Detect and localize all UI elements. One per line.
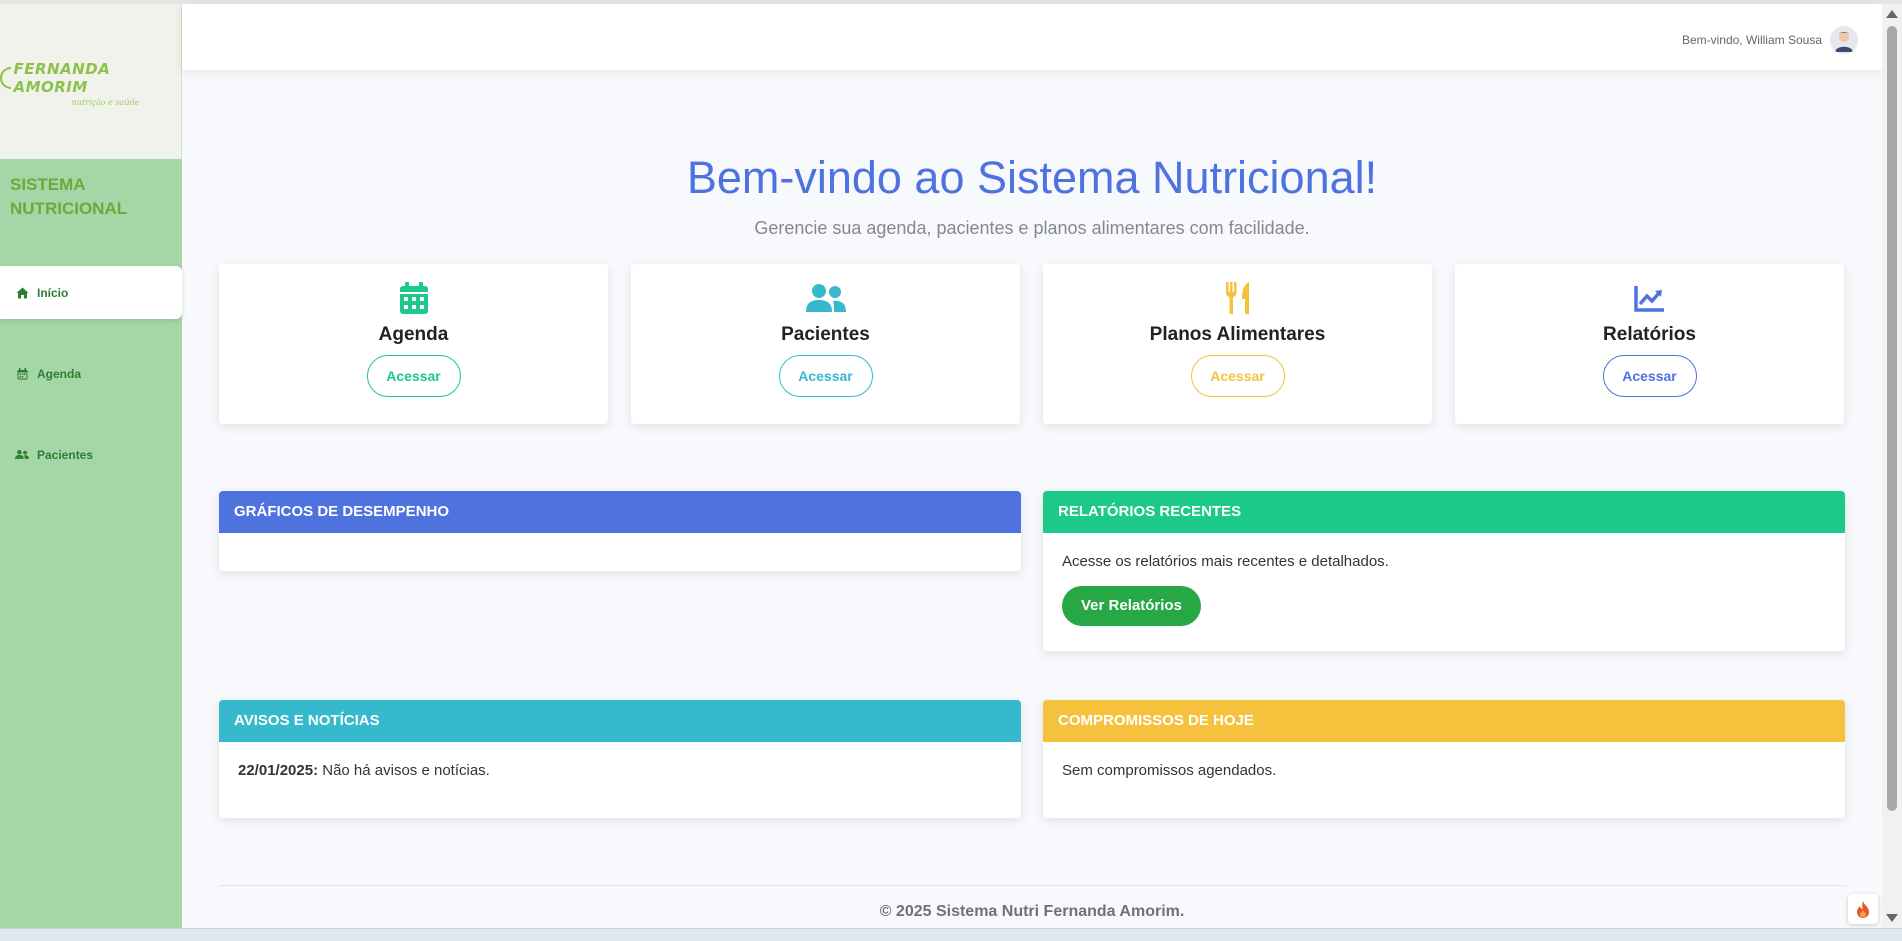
panel-header: RELATÓRIOS RECENTES: [1043, 491, 1845, 533]
user-menu[interactable]: Bem-vindo, William Sousa: [1682, 26, 1858, 54]
planos-access-button[interactable]: Acessar: [1190, 355, 1285, 397]
chart-line-icon: [1455, 282, 1844, 316]
view-reports-button[interactable]: Ver Relatórios: [1062, 586, 1201, 626]
panel-header: COMPROMISSOS DE HOJE: [1043, 700, 1845, 742]
utensils-icon: [1043, 282, 1432, 316]
sidebar: FERNANDA AMORIM nutrição e saúde SISTEMA…: [0, 0, 182, 928]
page-title: Bem-vindo ao Sistema Nutricional!: [686, 152, 1378, 203]
logo-name: FERNANDA AMORIM: [13, 60, 111, 96]
card-pacientes: Pacientes Acessar: [631, 264, 1020, 424]
sidebar-item-label: Início: [37, 285, 69, 300]
card-title: Pacientes: [781, 324, 870, 345]
calendar-icon: [15, 367, 29, 380]
logo-title: FERNANDA AMORIM: [0, 60, 181, 96]
sidebar-item-label: Pacientes: [37, 447, 94, 462]
user-greeting: Bem-vindo, William Sousa: [1681, 33, 1822, 47]
news-text: Não há avisos e notícias.: [322, 762, 490, 779]
topbar: Bem-vindo, William Sousa: [182, 4, 1882, 70]
charts-panel: GRÁFICOS DE DESEMPENHO: [219, 491, 1021, 571]
news-panel: AVISOS E NOTÍCIAS 22/01/2025: Não há avi…: [219, 700, 1021, 818]
appointments-panel: COMPROMISSOS DE HOJE Sem compromissos ag…: [1043, 700, 1845, 818]
panel-text: Acesse os relatórios mais recentes e det…: [1062, 553, 1389, 570]
users-icon: [15, 449, 29, 460]
home-icon: [15, 287, 29, 299]
appointments-text: Sem compromissos agendados.: [1062, 762, 1277, 779]
card-agenda: Agenda Acessar: [219, 264, 608, 424]
scroll-up-icon[interactable]: [1886, 10, 1898, 18]
card-planos-alimentares: Planos Alimentares Acessar: [1043, 264, 1432, 424]
footer: © 2025 Sistema Nutri Fernanda Amorim.: [879, 903, 1185, 920]
news-date: 22/01/2025:: [238, 762, 319, 779]
calendar-icon: [219, 282, 608, 316]
scroll-thumb[interactable]: [1887, 26, 1897, 811]
sidebar-item-pacientes[interactable]: Pacientes: [0, 428, 182, 481]
users-icon: [631, 282, 1020, 316]
pacientes-access-button[interactable]: Acessar: [778, 355, 873, 397]
taskbar: [0, 928, 1902, 941]
page-subtitle: Gerencie sua agenda, pacientes e planos …: [754, 218, 1310, 238]
scroll-down-icon[interactable]: [1886, 914, 1898, 922]
sidebar-item-label: Agenda: [37, 366, 82, 381]
recent-reports-panel: RELATÓRIOS RECENTES Acesse os relatórios…: [1043, 491, 1845, 651]
avatar[interactable]: [1830, 26, 1858, 54]
main-content: Bem-vindo ao Sistema Nutricional! Gerenc…: [182, 70, 1882, 928]
card-relatorios: Relatórios Acessar: [1455, 264, 1844, 424]
card-title: Agenda: [378, 324, 449, 345]
panel-header: AVISOS E NOTÍCIAS: [219, 700, 1021, 742]
logo-tagline: nutrição e saúde: [71, 98, 140, 107]
sidebar-brand: SISTEMA NUTRICIONAL: [10, 175, 128, 218]
vertical-scrollbar[interactable]: [1882, 4, 1902, 928]
agenda-access-button[interactable]: Acessar: [366, 355, 461, 397]
card-title: Relatórios: [1603, 324, 1696, 345]
footer-divider: [219, 885, 1846, 886]
panel-header: GRÁFICOS DE DESEMPENHO: [219, 491, 1021, 533]
sidebar-item-agenda[interactable]: Agenda: [0, 347, 182, 400]
fire-icon[interactable]: [1848, 894, 1878, 924]
leaf-icon: [0, 67, 12, 89]
sidebar-item-inicio[interactable]: Início: [0, 266, 182, 319]
card-title: Planos Alimentares: [1149, 324, 1326, 345]
logo[interactable]: FERNANDA AMORIM nutrição e saúde: [0, 0, 182, 159]
relatorios-access-button[interactable]: Acessar: [1602, 355, 1697, 397]
